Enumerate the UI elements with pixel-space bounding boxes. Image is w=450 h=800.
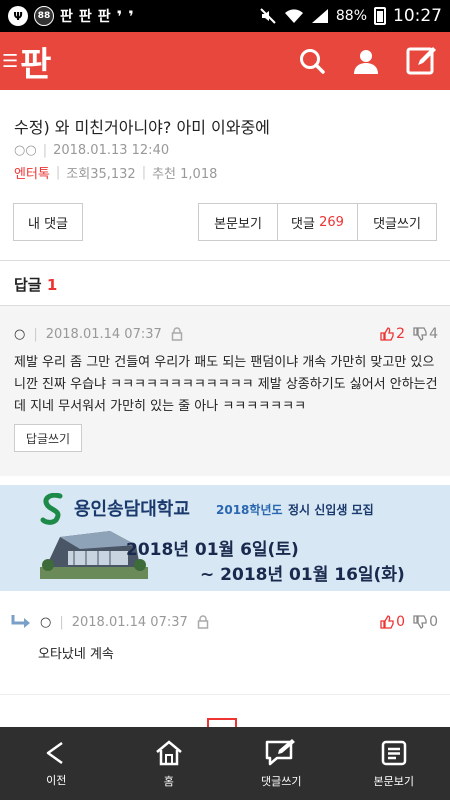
usb-icon: Ψ [8, 6, 28, 26]
comments-count: 269 [319, 214, 344, 230]
menu-icon[interactable]: ☰ [2, 51, 18, 72]
mute-icon [260, 8, 276, 24]
thumbs-down-icon [413, 327, 427, 341]
user-icon[interactable] [352, 47, 380, 75]
document-icon [381, 740, 406, 765]
home-icon [155, 739, 182, 765]
reply-comment-item: ○ | 2018.01.14 07:37 0 0 오타났네 계속 [0, 600, 450, 695]
comment-date: 2018.01.14 07:37 [45, 326, 162, 342]
comment-body: 제발 우리 좀 그만 건들여 우리가 패도 되는 팬덤이냐 개속 가만히 맞고만… [14, 355, 438, 414]
lock-icon [197, 615, 209, 629]
downvote-button[interactable]: 0 [413, 614, 438, 630]
reply-arrow-icon [11, 615, 30, 628]
thumbs-up-icon [380, 327, 394, 341]
reply-count: 1 [46, 276, 58, 294]
reply-label: 답글 [14, 276, 42, 294]
divider [0, 260, 450, 261]
write-comment-button[interactable]: 댓글쓰기 [357, 203, 437, 241]
ad-banner[interactable]: 용인송담대학교 2018학년도 정시 신입생 모집 2018년 01월 6일(토… [0, 485, 450, 591]
view-body-button[interactable]: 본문보기 [198, 203, 277, 241]
divider [0, 694, 450, 695]
battery-percent: 88% [335, 8, 367, 24]
thumbs-up-icon [380, 615, 394, 629]
comment-author[interactable]: ○ [14, 327, 25, 342]
article-date: 2018.01.13 12:40 [53, 143, 170, 158]
app-notification: 판 [78, 9, 92, 25]
search-icon[interactable] [298, 47, 326, 75]
edit-icon[interactable] [406, 45, 438, 77]
ad-year: 2018학년도 [216, 503, 283, 517]
app-logo: 판 [20, 44, 51, 85]
ad-recruit-text: 정시 신입생 모집 [288, 503, 374, 517]
nav-view-body-button[interactable]: 본문보기 [338, 727, 450, 800]
ad-school-name: 용인송담대학교 [74, 499, 190, 520]
upvote-button[interactable]: 2 [380, 326, 405, 342]
ad-date-start: 2018년 01월 6일(토) [126, 540, 299, 560]
nav-write-comment-button[interactable]: 댓글쓰기 [225, 727, 338, 800]
thumbs-down-icon [413, 615, 427, 629]
article-title: 수정) 와 미친거아니야? 아미 이와중에 [14, 118, 270, 137]
school-logo-icon [40, 493, 63, 525]
wifi-icon [284, 9, 303, 23]
downvote-button[interactable]: 4 [413, 326, 438, 342]
app-notification: 판 [60, 9, 73, 25]
category-link[interactable]: 엔터톡 [14, 163, 50, 182]
signal-icon [311, 9, 328, 23]
write-reply-button[interactable]: 답글쓰기 [14, 424, 82, 452]
comments-button[interactable]: 댓글 269 [277, 203, 357, 241]
battery-icon [374, 7, 386, 25]
article-meta-row-2: 엔터톡 | 조회35,132 | 추천 1,018 [14, 163, 218, 182]
nav-label: 홈 [163, 774, 174, 788]
article-meta-row-1: ○○ | 2018.01.13 12:40 [14, 143, 170, 158]
lock-icon [171, 327, 183, 341]
reply-section-header: 답글 1 [14, 274, 57, 295]
status-bar: Ψ 88 판 판 판 ❜ ❜ 88% 10:27 [0, 0, 450, 32]
comment-body: 오타났네 계속 [38, 647, 114, 662]
bottom-navigation: 이전 홈 댓글쓰기 본문보기 [0, 727, 450, 800]
comment-author[interactable]: ○ [40, 615, 51, 630]
quote-icon: ❜ [116, 6, 123, 26]
author-name[interactable]: ○○ [14, 143, 37, 158]
nav-label: 댓글쓰기 [261, 774, 302, 788]
comment-date: 2018.01.14 07:37 [71, 614, 188, 630]
notification-badge: 88 [34, 6, 54, 26]
article-header: 수정) 와 미친거아니야? 아미 이와중에 ○○ | 2018.01.13 12… [0, 90, 450, 190]
logo-home-link[interactable]: ☰ 판 [0, 37, 51, 86]
downvote-count: 0 [429, 614, 438, 630]
clock: 10:27 [393, 6, 442, 26]
upvote-button[interactable]: 0 [380, 614, 405, 630]
recommend-count: 추천 1,018 [152, 167, 218, 182]
action-button-row: 내 댓글 본문보기 댓글 269 댓글쓰기 [0, 203, 450, 243]
upvote-count: 0 [396, 614, 406, 630]
comment-write-icon [266, 738, 296, 765]
nav-label: 본문보기 [373, 774, 414, 788]
ad-date-end: ~ 2018년 01월 16일(화) [200, 565, 405, 585]
nav-label: 이전 [46, 773, 67, 787]
comment-item: ○ | 2018.01.14 07:37 2 4 제발 우리 좀 그만 건들여 … [0, 306, 450, 476]
app-notification: 판 [97, 9, 111, 25]
upvote-count: 2 [396, 326, 406, 342]
back-icon [47, 741, 63, 764]
quote-icon: ❜ [128, 6, 134, 26]
app-header: ☰ 판 [0, 32, 450, 90]
my-comments-button[interactable]: 내 댓글 [13, 203, 83, 241]
nav-back-button[interactable]: 이전 [0, 727, 113, 800]
view-count: 조회35,132 [66, 167, 136, 182]
nav-home-button[interactable]: 홈 [113, 727, 226, 800]
downvote-count: 4 [429, 326, 438, 342]
comments-label: 댓글 [291, 216, 315, 232]
